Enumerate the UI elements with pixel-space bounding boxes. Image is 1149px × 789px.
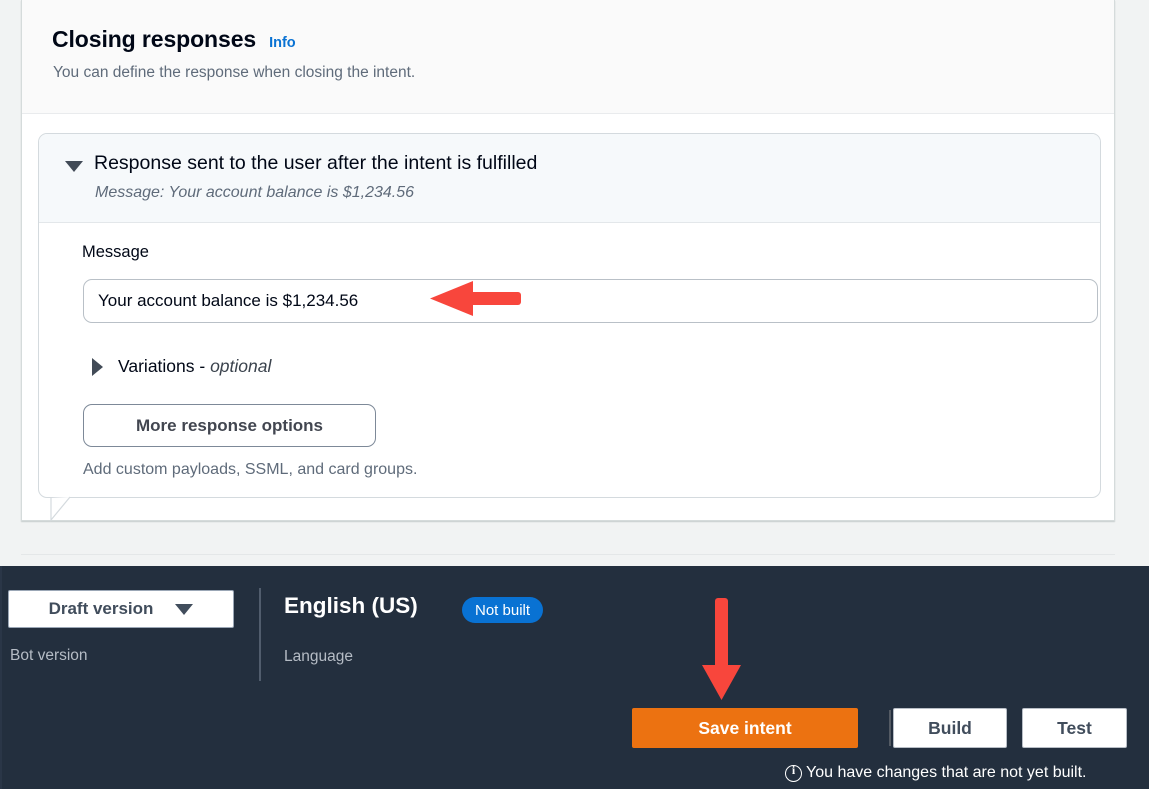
- bot-version-label: Bot version: [10, 647, 88, 665]
- language-name: English (US): [284, 593, 418, 619]
- variations-label-text: Variations -: [118, 356, 210, 376]
- bot-version-select-inner: Draft version: [9, 591, 233, 627]
- card-subtitle: You can define the response when closing…: [53, 64, 415, 82]
- more-options-helper-text: Add custom payloads, SSML, and card grou…: [83, 461, 417, 479]
- test-button[interactable]: Test: [1022, 708, 1127, 748]
- caret-down-icon: [175, 604, 193, 615]
- footer-section-divider: [259, 588, 261, 681]
- info-link[interactable]: Info: [269, 35, 296, 51]
- variations-toggle[interactable]: Variations - optional: [118, 356, 271, 377]
- message-input[interactable]: [83, 279, 1098, 323]
- bot-version-selected-value: Draft version: [49, 599, 154, 619]
- card-header: Closing responses Info You can define th…: [22, 0, 1114, 114]
- build-status-message: You have changes that are not yet built.: [785, 764, 1087, 782]
- footer-button-separator: [889, 710, 891, 746]
- page-title: Closing responses: [52, 26, 256, 53]
- footer-left-edge: [0, 566, 2, 789]
- response-panel-header[interactable]: Response sent to the user after the inte…: [39, 134, 1100, 223]
- content-footer-divider: [21, 554, 1115, 555]
- more-response-options-button[interactable]: More response options: [83, 404, 376, 447]
- status-badge: Not built: [462, 597, 543, 623]
- card-title-row: Closing responses Info: [52, 26, 296, 53]
- build-status-text: You have changes that are not yet built.: [806, 764, 1087, 782]
- variations-optional-text: optional: [210, 356, 271, 376]
- response-panel-summary: Message: Your account balance is $1,234.…: [95, 184, 414, 202]
- save-intent-button[interactable]: Save intent: [632, 708, 858, 748]
- closing-responses-card: Closing responses Info You can define th…: [21, 0, 1115, 521]
- info-circle-icon: [785, 765, 802, 782]
- response-panel-title: Response sent to the user after the inte…: [94, 152, 537, 175]
- message-field-label: Message: [82, 243, 149, 262]
- build-button[interactable]: Build: [893, 708, 1007, 748]
- bot-version-select[interactable]: Draft version: [8, 590, 234, 628]
- panel-tail-decoration: [49, 497, 71, 522]
- chevron-right-icon[interactable]: [92, 358, 103, 376]
- language-label: Language: [284, 648, 353, 666]
- chevron-down-icon[interactable]: [65, 161, 83, 172]
